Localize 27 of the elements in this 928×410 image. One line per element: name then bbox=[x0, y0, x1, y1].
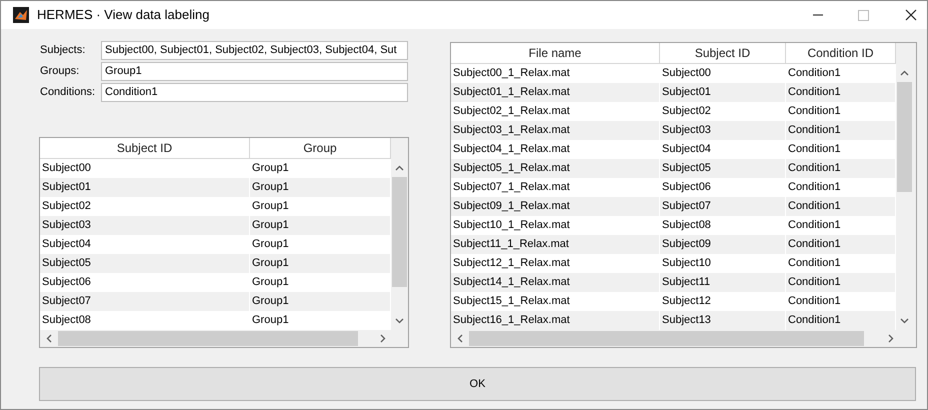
column-header[interactable]: Condition ID bbox=[786, 43, 896, 64]
app-logo-icon bbox=[13, 7, 29, 23]
close-icon[interactable] bbox=[905, 9, 917, 21]
scrollbar-thumb[interactable] bbox=[469, 331, 864, 346]
field-label: Conditions: bbox=[40, 85, 96, 100]
scroll-right-icon[interactable] bbox=[888, 334, 894, 343]
scroll-down-icon[interactable] bbox=[395, 318, 404, 324]
scrollbar-thumb[interactable] bbox=[58, 331, 358, 346]
scroll-up-icon[interactable] bbox=[900, 70, 909, 76]
column-header[interactable]: File name bbox=[451, 43, 660, 64]
scroll-left-icon[interactable] bbox=[457, 334, 463, 343]
scroll-right-icon[interactable] bbox=[380, 334, 386, 343]
scrollbar-thumb[interactable] bbox=[897, 82, 912, 192]
input-field[interactable]: Condition1 bbox=[101, 83, 408, 102]
input-field[interactable]: Group1 bbox=[101, 62, 408, 81]
scroll-down-icon[interactable] bbox=[900, 318, 909, 324]
scrollbar-thumb[interactable] bbox=[392, 177, 407, 287]
field-label: Subjects: bbox=[40, 43, 86, 58]
column-header[interactable]: Subject ID bbox=[660, 43, 786, 64]
ok-button[interactable]: OK bbox=[39, 367, 916, 401]
column-header[interactable]: Group bbox=[250, 138, 391, 159]
field-label: Groups: bbox=[40, 64, 80, 80]
column-header[interactable]: Subject ID bbox=[40, 138, 250, 159]
input-field[interactable]: Subject00, Subject01, Subject02, Subject03, Subject04, Sut bbox=[101, 41, 408, 60]
window-title: HERMES · View data labeling bbox=[37, 6, 210, 24]
scroll-up-icon[interactable] bbox=[395, 165, 404, 171]
scroll-left-icon[interactable] bbox=[46, 334, 52, 343]
